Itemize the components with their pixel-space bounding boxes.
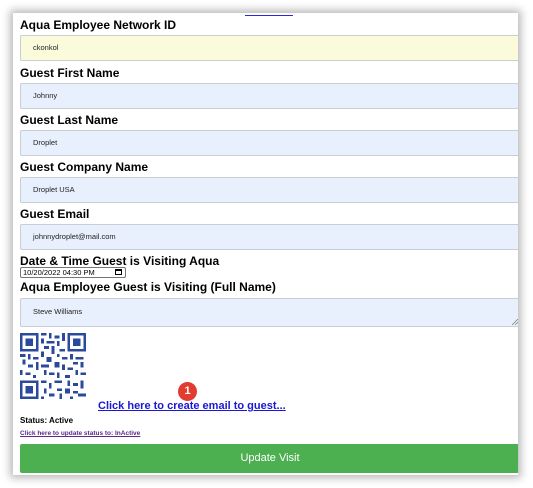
employee-visiting-field[interactable]: Steve Williams (20, 298, 518, 327)
employee-visiting-label: Aqua Employee Guest is Visiting (Full Na… (20, 280, 276, 294)
qr-code-image (20, 333, 86, 399)
employee-id-label: Aqua Employee Network ID (20, 18, 177, 32)
visit-datetime-label: Date & Time Guest is Visiting Aqua (20, 254, 220, 268)
first-name-field[interactable]: Johnny (20, 83, 518, 109)
top-link-underline[interactable] (245, 13, 293, 16)
company-field[interactable]: Droplet USA (20, 177, 518, 203)
employee-id-field[interactable]: ckonkol (20, 35, 518, 61)
visit-form-panel: Aqua Employee Network ID ckonkol Guest F… (13, 13, 518, 475)
email-label: Guest Email (20, 207, 90, 221)
employee-visiting-value: Steve Williams (33, 307, 83, 316)
status-text: Status: Active (20, 416, 74, 425)
email-field[interactable]: johnnydroplet@mail.com (20, 224, 518, 250)
update-status-link[interactable]: Click here to update status to: InActive (20, 430, 140, 437)
resize-grip-icon[interactable] (512, 319, 518, 325)
update-visit-button[interactable]: Update Visit (20, 444, 518, 473)
last-name-label: Guest Last Name (20, 113, 119, 127)
calendar-icon[interactable] (115, 269, 122, 275)
visit-datetime-field[interactable]: 10/20/2022 04:30 PM (20, 267, 126, 278)
last-name-field[interactable]: Droplet (20, 130, 518, 156)
company-label: Guest Company Name (20, 160, 149, 174)
callout-badge: 1 (178, 382, 197, 401)
first-name-label: Guest First Name (20, 66, 120, 80)
create-email-link[interactable]: Click here to create email to guest... (98, 400, 286, 412)
visit-datetime-value: 10/20/2022 04:30 PM (23, 268, 95, 277)
